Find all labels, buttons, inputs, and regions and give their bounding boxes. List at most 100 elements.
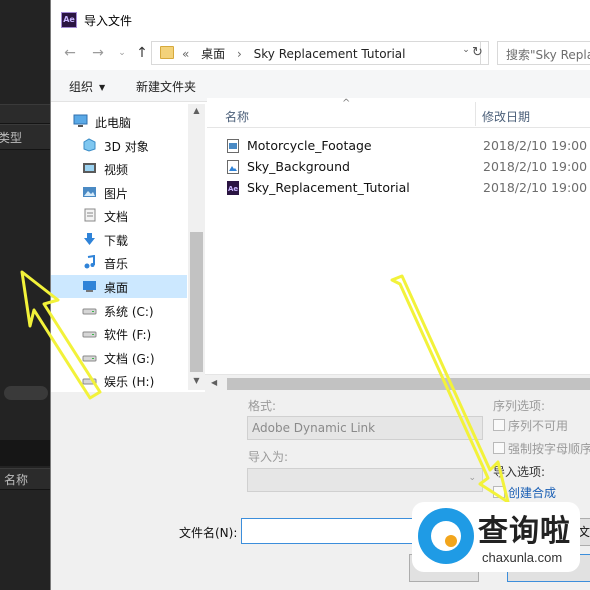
address-bar[interactable]: « 桌面 › Sky Replacement Tutorial [151,41,481,65]
nav-item[interactable]: 软件 (F:) [51,322,187,345]
forward-arrow-icon[interactable]: → [89,44,107,62]
navigation-row: ← → ⌄ ↑ « 桌面 › Sky Replacement Tutorial … [51,38,590,68]
file-row[interactable]: Ae Sky_Replacement_Tutorial 2018/2/10 19:0… [207,177,590,198]
video-icon [82,161,97,175]
nav-item[interactable]: 文档 [51,204,187,227]
refresh-icon[interactable]: ↻ [467,41,489,65]
svg-text:Ae: Ae [228,185,238,193]
nav-item-label: 系统 (C:) [104,305,154,319]
breadcrumb-folder[interactable]: Sky Replacement Tutorial [254,47,406,61]
chevron-down-icon: ⌄ [468,473,476,483]
organize-menu[interactable]: 组织 ▼ [69,78,105,95]
scroll-up-icon[interactable]: ▲ [188,106,205,115]
desktop-icon [82,279,97,293]
file-date: 2018/2/10 19:00 [483,159,588,174]
file-name: Sky_Replacement_Tutorial [247,180,410,195]
sort-ascending-icon: ^ [342,98,351,109]
sequence-unavailable-label: 序列不可用 [508,419,569,433]
nav-item-label: 文档 [104,210,129,224]
format-label: 格式: [248,399,277,413]
search-placeholder: 搜索"Sky Repla [506,48,590,62]
name-column-header[interactable]: 名称 [0,468,52,490]
nav-item-label: 娱乐 (H:) [104,375,155,389]
scroll-down-icon[interactable]: ▼ [188,376,205,385]
drive-icon [82,350,97,364]
name-column-label: 名称 [4,473,29,487]
nav-item[interactable]: 图片 [51,181,187,204]
panel-divider [0,440,52,466]
horizontal-scroll-thumb[interactable] [227,378,590,390]
recent-dropdown-icon[interactable]: ⌄ [113,44,131,62]
new-folder-button[interactable]: 新建文件夹 [136,78,196,95]
navigation-pane: 此电脑 3D 对象视频图片文档下载音乐桌面系统 (C:) 软件 (F:) 文档 (G:… [51,104,205,390]
column-header-name[interactable]: 名称 [225,108,249,125]
breadcrumb-desktop[interactable]: 桌面 [201,47,225,61]
force-alpha-label: 强制按字母顺序 [508,442,590,456]
nav-item[interactable]: 桌面 [51,275,187,298]
chaxunla-watermark: 查询啦 chaxunla.com [412,502,580,572]
dialog-titlebar[interactable]: Ae 导入文件 [51,0,590,38]
up-arrow-icon[interactable]: ↑ [133,44,151,62]
nav-item-label: 软件 (F:) [104,328,152,342]
organize-label: 组织 [69,80,94,94]
file-list: ^ 名称 修改日期 Motorcycle_Footage 2018/2/10 19… [207,98,590,374]
drive-icon [82,303,97,317]
nav-item[interactable]: 视频 [51,157,187,180]
ae-project-panel: 类型 名称 [0,0,52,590]
ae-app-icon: Ae [61,12,77,28]
nav-item[interactable]: 系统 (C:) [51,299,187,322]
nav-item[interactable]: 音乐 [51,251,187,274]
column-header-date[interactable]: 修改日期 [482,108,530,125]
nav-item[interactable]: 娱乐 (H:) [51,369,187,390]
file-row[interactable]: Motorcycle_Footage 2018/2/10 19:00 [207,135,590,156]
column-header-row: ^ 名称 修改日期 [207,98,590,128]
nav-item-label: 3D 对象 [104,140,149,154]
drive-icon [82,326,97,340]
file-name: Motorcycle_Footage [247,138,372,153]
nav-item[interactable]: 下载 [51,228,187,251]
image-file-icon [227,160,239,174]
back-arrow-icon[interactable]: ← [61,44,79,62]
nav-item-label: 下载 [104,234,129,248]
breadcrumb-overflow[interactable]: « [182,47,189,61]
nav-item-label: 视频 [104,163,129,177]
file-name: Sky_Background [247,159,350,174]
column-divider[interactable] [475,102,476,126]
import-options-label: 导入选项: [493,465,546,479]
horizontal-scrollbar[interactable]: ◀ [205,374,590,392]
file-date: 2018/2/10 19:00 [483,180,588,195]
nav-item-label: 文档 (G:) [104,352,155,366]
file-date: 2018/2/10 19:00 [483,138,588,153]
scroll-left-icon[interactable]: ◀ [211,378,217,387]
import-as-label: 导入为: [248,450,289,464]
nav-item-label: 此电脑 [95,116,132,130]
panel-scroll-pill[interactable] [4,386,48,400]
watermark-domain: chaxunla.com [482,550,563,565]
format-dropdown: Adobe Dynamic Link [247,416,483,440]
folder-icon [160,46,174,59]
scroll-thumb[interactable] [190,232,203,372]
search-box[interactable]: 搜索"Sky Repla [497,41,590,65]
file-row[interactable]: Sky_Background 2018/2/10 19:00 [207,156,590,177]
3d-objects-icon [82,138,97,152]
nav-item-label: 桌面 [104,281,129,295]
type-column-header[interactable]: 类型 [0,124,52,150]
nav-item[interactable]: 此电脑 [51,110,187,133]
chevron-down-icon: ▼ [99,83,106,92]
sequence-checkbox [493,419,505,431]
computer-icon [73,114,88,128]
documents-icon [82,208,97,222]
type-column-label: 类型 [0,131,23,145]
navigation-scrollbar[interactable]: ▲ ▼ [188,104,205,390]
nav-item[interactable]: 3D 对象 [51,134,187,157]
dialog-title: 导入文件 [84,14,133,28]
force-alpha-checkbox [493,442,505,454]
format-value: Adobe Dynamic Link [252,421,376,435]
pictures-icon [82,185,97,199]
breadcrumb-separator[interactable]: › [237,47,242,61]
nav-item[interactable]: 文档 (G:) [51,346,187,369]
create-composition-label[interactable]: 创建合成 [508,484,556,501]
create-composition-checkbox[interactable] [493,486,505,498]
sequence-options-label: 序列选项: [493,399,546,413]
watermark-chinese: 查询啦 [478,514,571,549]
